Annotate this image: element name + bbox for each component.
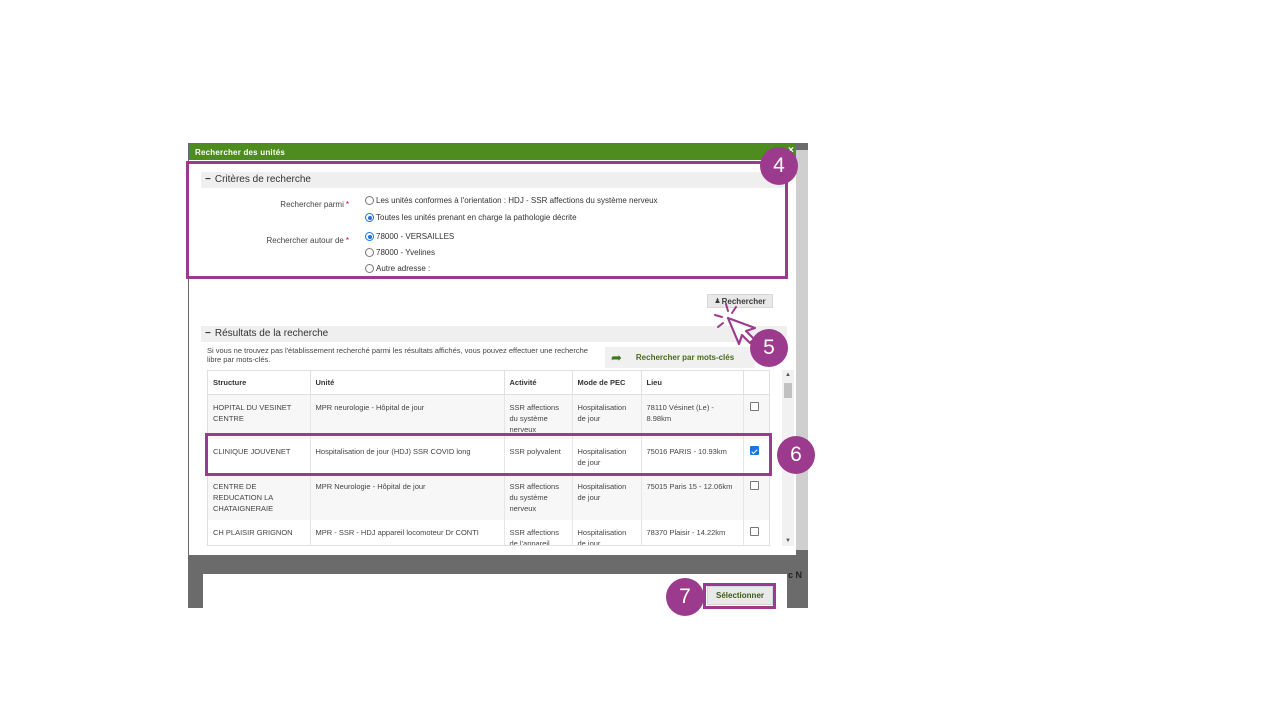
column-header-structure[interactable]: Structure [208, 371, 311, 395]
column-header-lieu[interactable]: Lieu [641, 371, 744, 395]
click-cursor-icon [714, 303, 757, 346]
cell-lieu: 75015 Paris 15 - 12.06km [641, 474, 744, 520]
step-badge-6: 6 [777, 436, 815, 474]
dialog-titlebar: Rechercher des unités × [189, 144, 796, 160]
results-section-header[interactable]: − Résultats de la recherche [201, 326, 787, 342]
results-info-text: Si vous ne trouvez pas l'établissement r… [207, 346, 588, 364]
background-page-text: c N [788, 570, 803, 580]
cell-lieu: 78370 Plaisir - 14.22km [641, 520, 744, 545]
highlight-selected-row [205, 433, 772, 476]
highlight-select-button [703, 583, 776, 609]
cell-unite: MPR Neurologie - Hôpital de jour [310, 474, 505, 520]
step-badge-4: 4 [760, 147, 798, 185]
results-section-title: Résultats de la recherche [214, 328, 329, 339]
cell-activite: SSR affections du système nerveux [504, 474, 573, 520]
keyword-search-button[interactable]: ➦ Rechercher par mots-clés [605, 347, 755, 368]
scrollbar-thumb[interactable] [784, 383, 792, 398]
step-badge-7: 7 [666, 578, 704, 616]
cell-mode: Hospitalisation de jour [572, 520, 642, 545]
highlight-criteria [186, 161, 788, 279]
row-checkbox[interactable] [749, 401, 759, 411]
row-checkbox[interactable] [749, 481, 759, 490]
share-arrow-icon: ➦ [611, 349, 622, 365]
scroll-down-arrow-icon[interactable]: ▼ [782, 536, 794, 546]
cell-structure: CH PLAISIR GRIGNON [208, 520, 311, 545]
scroll-up-arrow-icon[interactable]: ▲ [782, 370, 794, 380]
row-checkbox[interactable] [749, 527, 759, 536]
table-row[interactable]: CH PLAISIR GRIGNON MPR - SSR - HDJ appar… [208, 520, 769, 545]
collapse-icon: − [205, 328, 211, 339]
column-header-select [743, 371, 769, 395]
dialog-title: Rechercher des unités [195, 148, 286, 157]
background-page-edge [796, 150, 808, 550]
cell-unite: MPR - SSR - HDJ appareil locomoteur Dr C… [310, 520, 505, 545]
cell-activite: SSR affections de l'appareil locomoteur [504, 520, 573, 545]
column-header-mode-pec[interactable]: Mode de PEC [572, 371, 642, 395]
column-header-unite[interactable]: Unité [310, 371, 505, 395]
table-header-row: Structure Unité Activité Mode de PEC Lie… [208, 371, 769, 395]
cell-structure: CENTRE DE REDUCATION LA CHATAIGNERAIE [208, 474, 311, 520]
column-header-activite[interactable]: Activité [504, 371, 573, 395]
cell-mode: Hospitalisation de jour [572, 474, 642, 520]
table-row[interactable]: CENTRE DE REDUCATION LA CHATAIGNERAIE MP… [208, 474, 769, 520]
